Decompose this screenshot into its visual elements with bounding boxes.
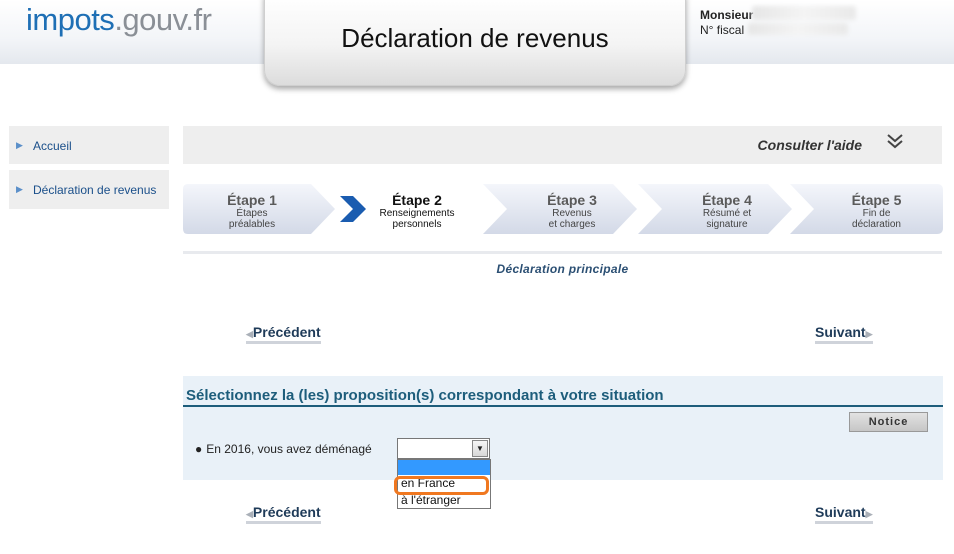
step-line1: Résumé et xyxy=(702,208,752,219)
panel-title: Sélectionnez la (les) proposition(s) cor… xyxy=(186,387,664,404)
help-link[interactable]: Consulter l'aide xyxy=(758,137,862,153)
step-line1: Revenus xyxy=(552,208,592,219)
triangle-right-icon: ▶ xyxy=(865,509,873,519)
step-5: Étape 5 Fin de déclaration xyxy=(790,184,943,234)
sidebar-item-label: Déclaration de revenus xyxy=(33,183,157,197)
next-label: Suivant xyxy=(815,504,866,520)
page-title-box: Déclaration de revenus xyxy=(264,0,686,86)
option-empty[interactable] xyxy=(398,460,490,475)
next-button-bottom[interactable]: Suivant▶ xyxy=(815,504,873,524)
step-line2: préalables xyxy=(228,219,276,230)
double-chevron-down-icon[interactable] xyxy=(886,133,904,154)
notice-button[interactable]: Notice xyxy=(849,412,928,432)
step-progress: Étape 1 Étapes préalables Étape 2 Rensei… xyxy=(183,184,943,234)
section-header: Déclaration principale xyxy=(183,251,942,281)
next-button-top[interactable]: Suivant▶ xyxy=(815,324,873,344)
step-line1: Renseignements xyxy=(379,208,455,219)
redacted-fiscal-number xyxy=(748,23,848,35)
previous-label: Précédent xyxy=(252,504,321,520)
question-panel: Sélectionnez la (les) proposition(s) cor… xyxy=(183,376,943,480)
section-title: Déclaration principale xyxy=(496,262,629,276)
step-line2: signature xyxy=(706,219,748,230)
step-line2: déclaration xyxy=(852,219,901,230)
question-moved: ● En 2016, vous avez déménagé xyxy=(195,442,372,456)
fiscal-number-label: N° fiscal xyxy=(700,23,745,37)
step-line1: Étapes xyxy=(236,208,268,219)
sidebar-item-accueil[interactable]: ▶ Accueil xyxy=(9,126,169,164)
option-a-letranger[interactable]: à l'étranger xyxy=(398,493,490,508)
step-1: Étape 1 Étapes préalables xyxy=(183,184,335,234)
help-bar: Consulter l'aide xyxy=(183,126,942,164)
step-4: Étape 4 Résumé et signature xyxy=(638,184,796,234)
step-number: Étape 2 xyxy=(392,192,442,208)
previous-button-top[interactable]: ◀Précédent xyxy=(246,324,321,344)
redacted-name xyxy=(752,6,856,20)
step-number: Étape 5 xyxy=(851,192,902,208)
step-3: Étape 3 Revenus et charges xyxy=(483,184,641,234)
step-number: Étape 4 xyxy=(702,192,752,208)
logo-text-domain: .gouv.fr xyxy=(114,2,212,37)
panel-divider xyxy=(183,405,943,407)
previous-label: Précédent xyxy=(252,324,321,340)
site-logo[interactable]: impots.gouv.fr xyxy=(26,2,212,38)
user-info: Monsieur N° fiscal xyxy=(700,8,753,38)
step-2: Étape 2 Renseignements personnels xyxy=(340,184,491,234)
previous-button-bottom[interactable]: ◀Précédent xyxy=(246,504,321,524)
moved-select[interactable]: ▼ xyxy=(397,438,490,459)
step-number: Étape 1 xyxy=(227,192,277,208)
triangle-left-icon: ◀ xyxy=(246,509,253,519)
page: impots.gouv.fr Monsieur N° fiscal Déclar… xyxy=(0,0,954,554)
dropdown-arrow-icon[interactable]: ▼ xyxy=(472,440,488,457)
step-line1: Fin de xyxy=(862,208,891,219)
question-label: En 2016, vous avez déménagé xyxy=(206,442,372,456)
bullet-icon: ● xyxy=(195,442,203,456)
user-name: Monsieur xyxy=(700,8,754,22)
page-title: Déclaration de revenus xyxy=(341,23,609,53)
logo-text-main: impots xyxy=(26,2,115,37)
step-number: Étape 3 xyxy=(547,192,597,208)
highlight-annotation xyxy=(394,476,489,495)
triangle-left-icon: ◀ xyxy=(246,329,253,339)
triangle-right-icon: ▶ xyxy=(16,184,23,194)
step-line2: et charges xyxy=(548,219,596,230)
triangle-right-icon: ▶ xyxy=(16,140,23,150)
next-label: Suivant xyxy=(815,324,866,340)
step-line2: personnels xyxy=(392,219,442,230)
sidebar-item-label: Accueil xyxy=(33,139,72,153)
sidebar-item-declaration[interactable]: ▶ Déclaration de revenus xyxy=(9,170,169,209)
triangle-right-icon: ▶ xyxy=(865,329,873,339)
